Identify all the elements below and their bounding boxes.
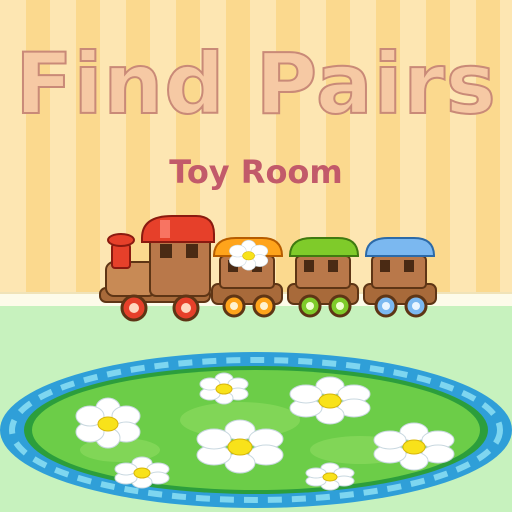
start-screen: Find Pairs Toy Room [0,0,512,512]
daisy-icon [229,239,269,271]
flower-rug [0,239,512,508]
